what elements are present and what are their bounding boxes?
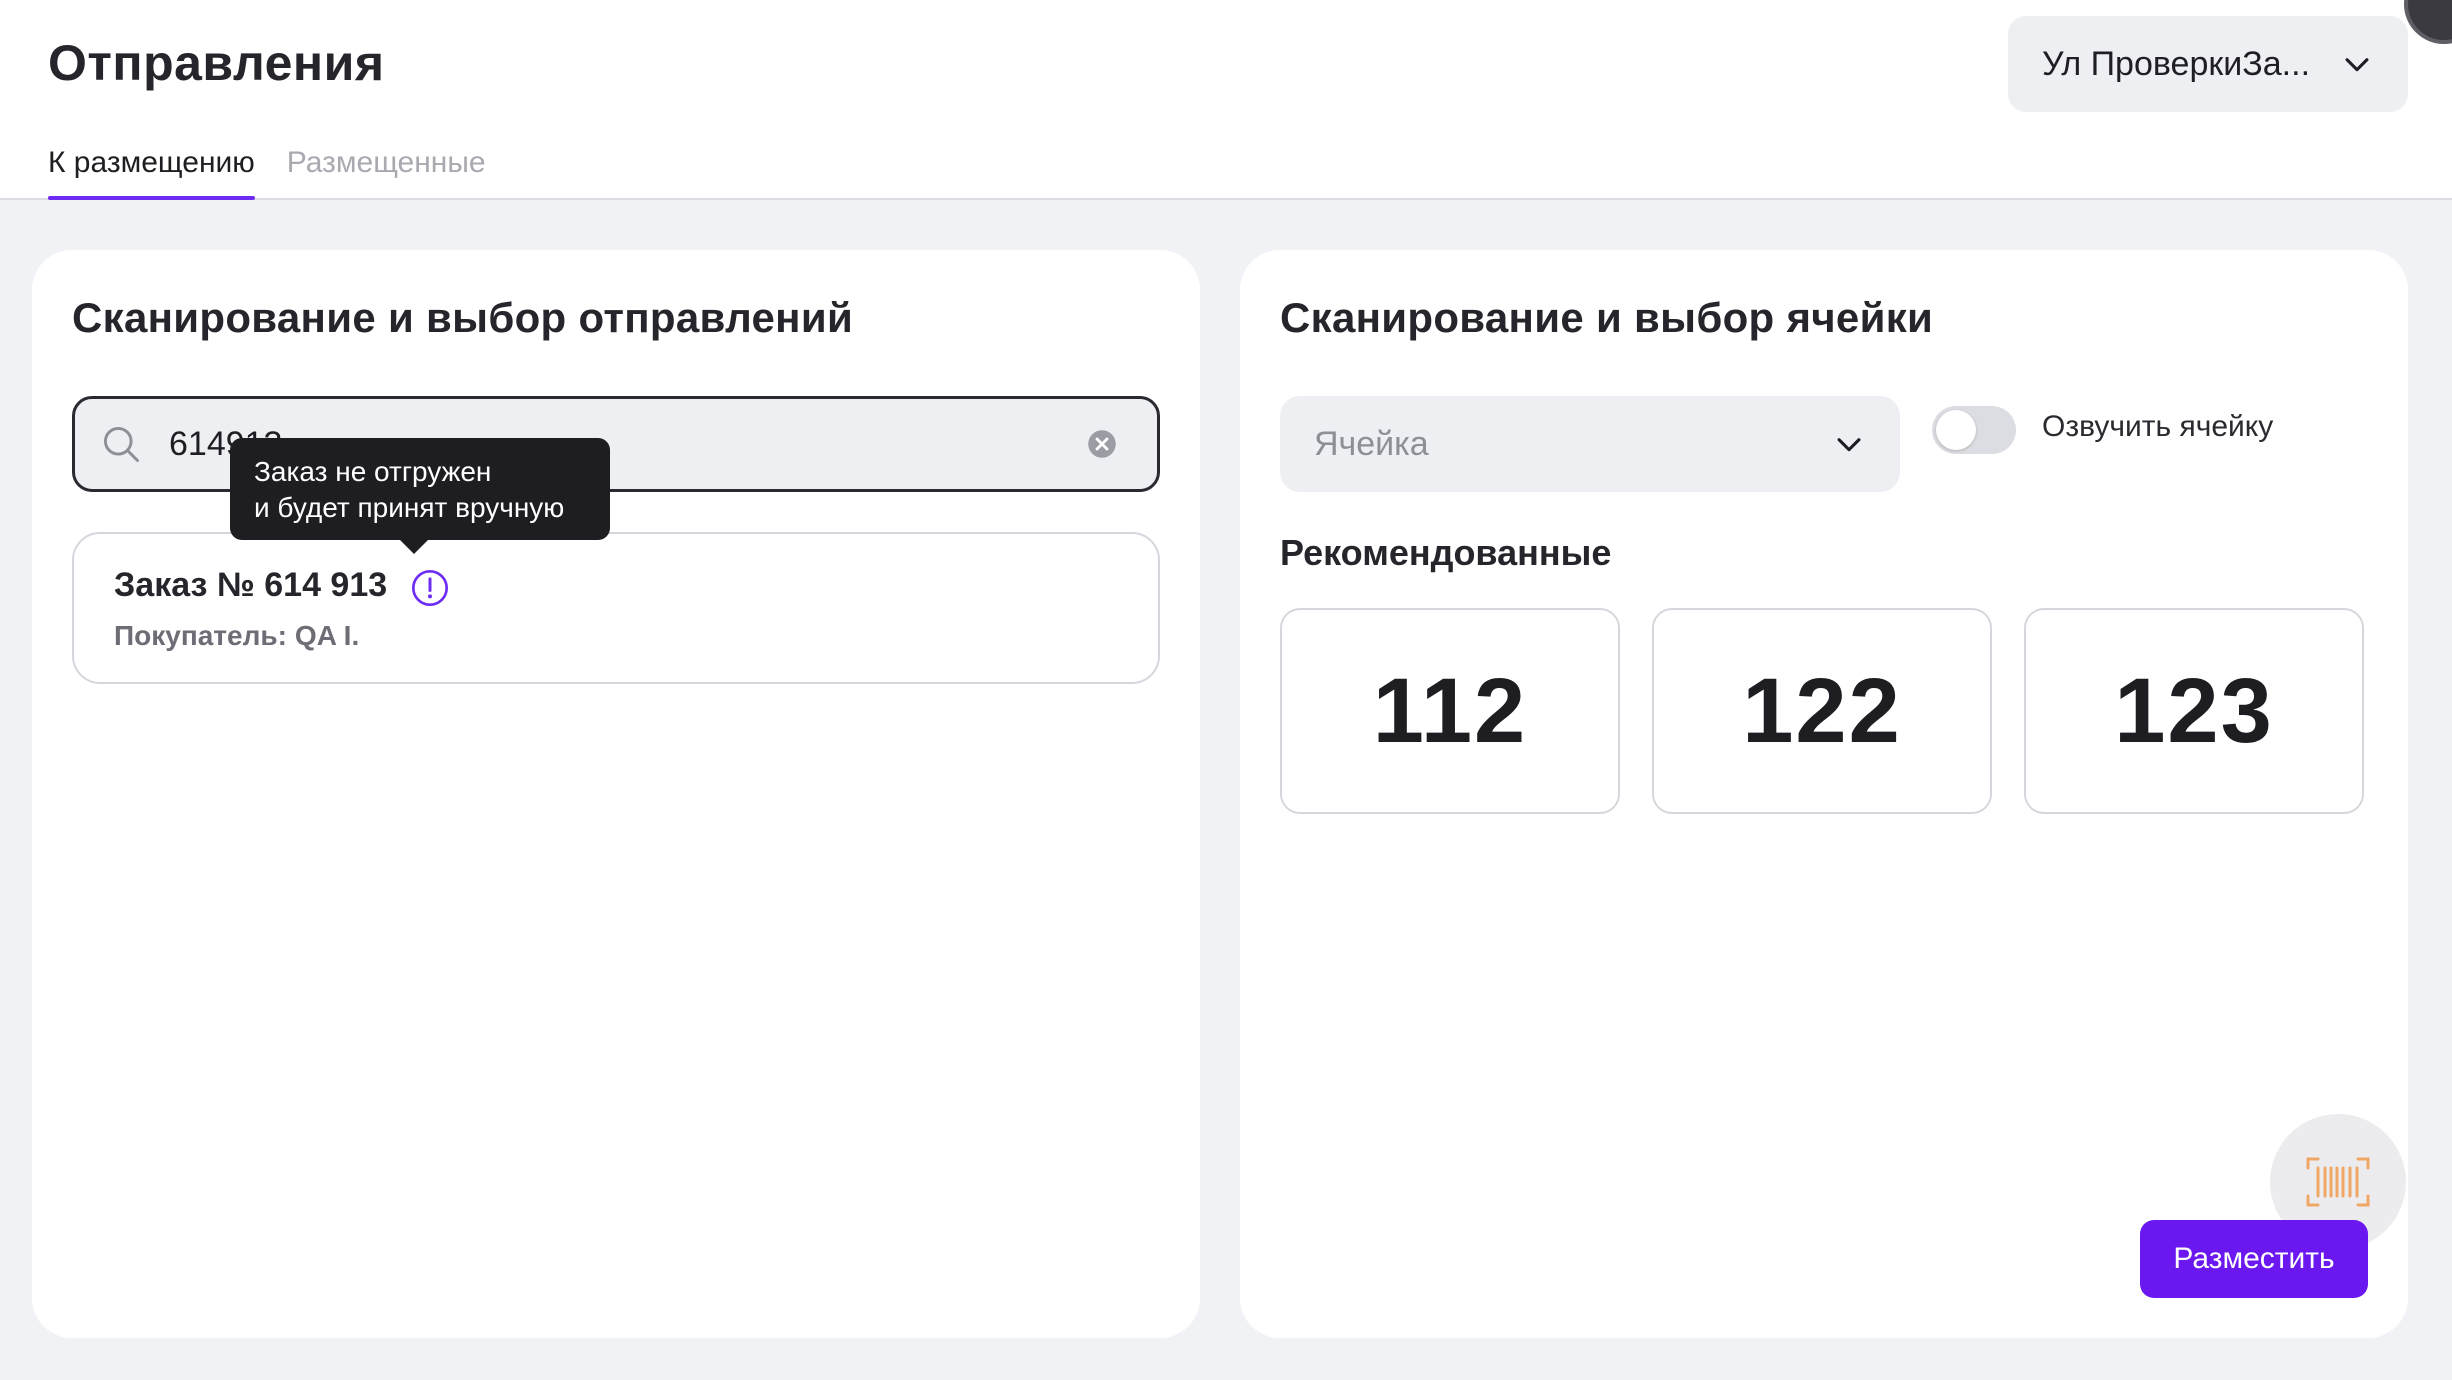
place-button[interactable]: Разместить	[2140, 1220, 2368, 1298]
recommended-cell[interactable]: 112	[1280, 608, 1620, 814]
header: Отправления Ул ПроверкиЗа... К размещени…	[0, 0, 2452, 200]
store-select-value: Ул ПроверкиЗа...	[2042, 44, 2311, 83]
store-select[interactable]: Ул ПроверкиЗа...	[2008, 16, 2408, 112]
cell-scan-panel: Сканирование и выбор ячейки Ячейка Озвуч…	[1240, 250, 2408, 1338]
order-title: Заказ № 614 913	[114, 566, 388, 604]
chevron-down-icon	[2345, 58, 2369, 72]
shipments-scan-panel: Сканирование и выбор отправлений Заказ №…	[32, 250, 1200, 1338]
cell-select[interactable]: Ячейка	[1280, 396, 1900, 492]
page: Отправления Ул ПроверкиЗа... К размещени…	[0, 0, 2452, 1380]
chevron-down-icon	[1837, 438, 1861, 452]
cell-panel-title: Сканирование и выбор ячейки	[1280, 294, 1934, 341]
tooltip-line-1: Заказ не отгружен	[254, 456, 492, 487]
clear-circle-icon[interactable]	[1087, 429, 1117, 459]
cell-number: 122	[1742, 659, 1902, 762]
search-icon	[103, 426, 139, 462]
announce-cell-toggle[interactable]	[1932, 406, 2016, 454]
cell-select-placeholder: Ячейка	[1314, 424, 1429, 463]
recommended-title: Рекомендованные	[1280, 532, 1612, 573]
order-list-item[interactable]: Заказ № 614 913 Покупатель: QA I.	[72, 532, 1160, 684]
order-buyer: Покупатель: QA I.	[114, 620, 359, 652]
info-exclamation-icon[interactable]	[410, 568, 450, 608]
announce-cell-label: Озвучить ячейку	[2042, 410, 2274, 443]
order-buyer-value: QA I.	[294, 620, 360, 651]
tab-to-place[interactable]: К размещению	[48, 146, 255, 200]
tab-placed[interactable]: Размещенные	[287, 146, 486, 196]
cell-number: 112	[1372, 659, 1528, 762]
shipments-panel-title: Сканирование и выбор отправлений	[72, 294, 854, 341]
tooltip-line-2: и будет принят вручную	[254, 492, 565, 523]
recommended-cells: 112 122 123	[1280, 608, 2364, 814]
cell-number: 123	[2114, 659, 2274, 762]
barcode-scan-icon	[2306, 1157, 2370, 1207]
recommended-cell[interactable]: 122	[1652, 608, 1992, 814]
order-buyer-label: Покупатель:	[114, 620, 287, 651]
avatar[interactable]	[2404, 0, 2452, 44]
recommended-cell[interactable]: 123	[2024, 608, 2364, 814]
toggle-knob	[1936, 410, 1976, 450]
order-status-tooltip: Заказ не отгружен и будет принят вручную	[230, 438, 610, 554]
page-title: Отправления	[48, 35, 385, 91]
tab-bar: К размещению Размещенные	[48, 146, 486, 200]
